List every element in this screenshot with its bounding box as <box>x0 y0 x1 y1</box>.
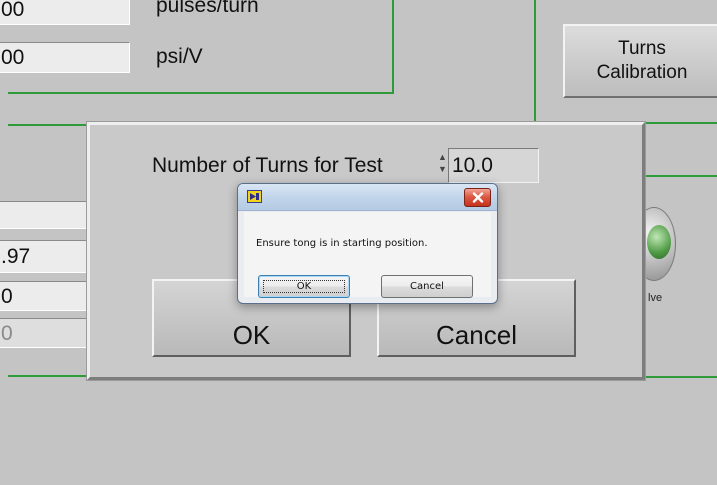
number-of-turns-value: 10.0 <box>452 153 493 177</box>
left-panel-top-border <box>8 124 88 126</box>
number-of-turns-input[interactable]: 10.0 <box>448 148 539 183</box>
left-field-2-value: .97 <box>1 245 31 268</box>
increment-arrow-icon[interactable]: ▲ <box>438 153 447 162</box>
left-field-3[interactable]: 0 <box>0 281 90 311</box>
message-ok-button[interactable]: OK <box>258 275 350 298</box>
confirmation-message-box: Ensure tong is in starting position. OK … <box>237 183 498 304</box>
number-of-turns-label: Number of Turns for Test <box>152 154 383 177</box>
message-cancel-button[interactable]: Cancel <box>381 275 473 298</box>
left-field-3-value: 0 <box>1 284 13 308</box>
psi-per-volt-unit: psi/V <box>156 45 203 68</box>
pulses-per-turn-value: 00 <box>1 0 25 21</box>
left-field-2[interactable]: .97 <box>0 240 90 273</box>
message-cancel-label: Cancel <box>410 281 444 292</box>
right-panel-bottom-border <box>645 376 717 378</box>
pulses-per-turn-field[interactable]: 00 <box>0 0 130 25</box>
psi-per-volt-value: 00 <box>1 46 25 69</box>
valve-indicator-lamp <box>647 225 671 259</box>
config-box-bottom-border <box>8 92 394 94</box>
turns-calibration-line1: Turns <box>618 38 666 59</box>
config-box-right-border <box>392 0 394 94</box>
turns-calibration-line2: Calibration <box>596 62 688 83</box>
left-panel-bottom-border <box>8 375 88 377</box>
left-field-4: 0 <box>0 318 90 348</box>
decrement-arrow-icon[interactable]: ▼ <box>438 165 447 174</box>
right-panel-top-border <box>645 175 717 177</box>
left-field-4-value: 0 <box>1 321 13 345</box>
left-field-1[interactable] <box>0 201 90 229</box>
message-box-body: Ensure tong is in starting position. OK … <box>244 212 491 298</box>
turns-increment-decrement[interactable]: ▲ ▼ <box>438 153 447 179</box>
close-button[interactable] <box>464 188 491 207</box>
valve-label: lve <box>648 292 663 304</box>
focus-rectangle <box>263 280 345 293</box>
labview-app-icon <box>247 190 262 203</box>
turns-calibration-button[interactable]: Turns Calibration <box>563 24 717 98</box>
right-section-left-border <box>534 0 536 124</box>
close-icon <box>472 192 483 203</box>
dialog-cancel-label: Cancel <box>436 320 517 350</box>
psi-per-volt-field[interactable]: 00 <box>0 42 130 73</box>
pulses-per-turn-unit: pulses/turn <box>156 0 259 17</box>
dialog-ok-label: OK <box>232 320 271 350</box>
message-text: Ensure tong is in starting position. <box>256 238 428 249</box>
message-box-titlebar[interactable] <box>238 184 497 211</box>
